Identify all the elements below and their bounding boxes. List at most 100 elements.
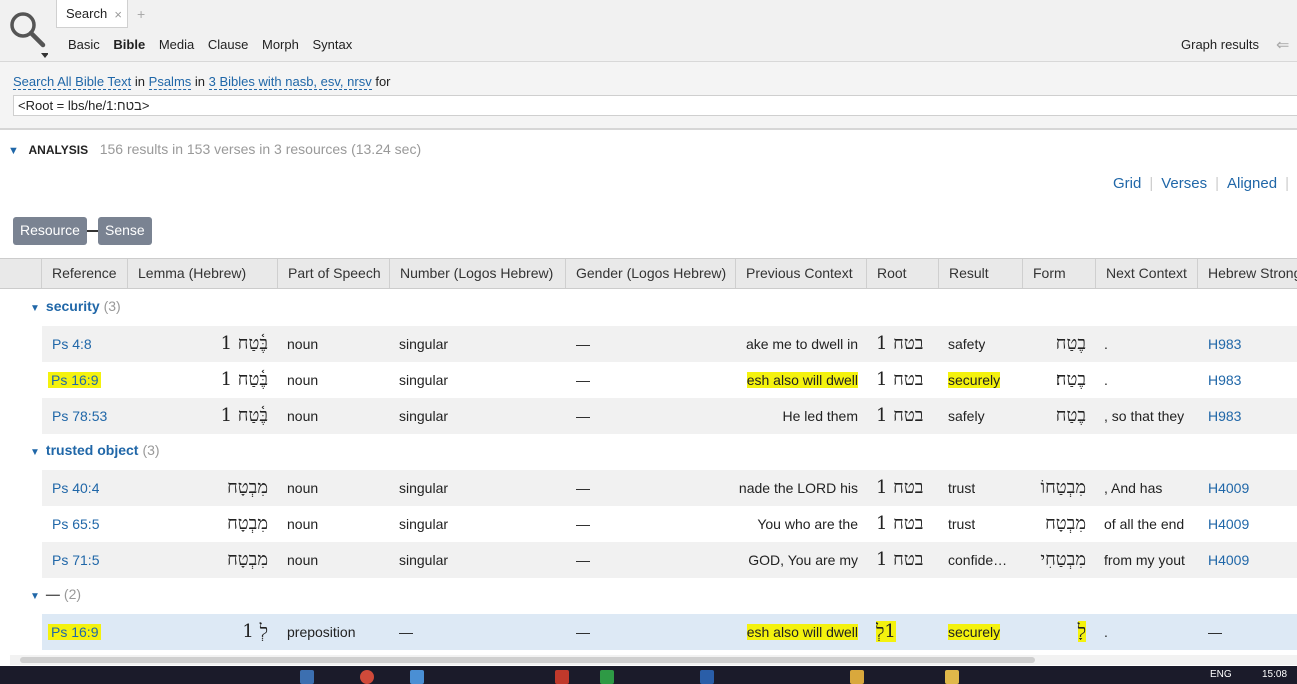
previous-context: GOD, You are my bbox=[748, 552, 858, 568]
table-row[interactable]: Ps 16:9 לְ 1 preposition — — esh also wi… bbox=[42, 614, 1297, 650]
mode-media[interactable]: Media bbox=[159, 37, 194, 52]
table-row[interactable]: Ps 16:9 בֶּ֫טַח 1 noun singular — esh al… bbox=[42, 362, 1297, 398]
strong-link[interactable]: H4009 bbox=[1208, 542, 1249, 578]
search-scope: Search All Bible Text in Psalms in 3 Bib… bbox=[13, 74, 391, 90]
number: singular bbox=[399, 516, 449, 532]
clock[interactable]: 15:08 bbox=[1262, 669, 1287, 680]
reference-link[interactable]: Ps 71:5 bbox=[52, 542, 99, 578]
scrollbar-thumb[interactable] bbox=[20, 657, 1035, 663]
analysis-header[interactable]: ▼ ANALYSIS 156 results in 153 verses in … bbox=[8, 141, 421, 157]
taskbar-app-icon[interactable] bbox=[555, 670, 569, 684]
language-indicator[interactable]: ENG bbox=[1210, 669, 1232, 680]
form: מִבְטָח bbox=[1045, 513, 1086, 534]
search-icon[interactable] bbox=[8, 10, 48, 60]
root: בטח 1 bbox=[876, 477, 924, 498]
form: מִבְטַחוֹ bbox=[1040, 477, 1086, 498]
previous-context: He led them bbox=[782, 408, 858, 424]
form: בֶטַח bbox=[1055, 405, 1086, 426]
group-by-sense-pill[interactable]: Sense bbox=[98, 217, 152, 245]
col-next-context[interactable]: Next Context bbox=[1096, 259, 1198, 288]
form: בֶטַח bbox=[1055, 333, 1086, 354]
collapse-icon[interactable]: ▼ bbox=[8, 145, 19, 157]
back-arrow-icon[interactable]: ⇐ bbox=[1276, 35, 1289, 55]
reference-link[interactable]: Ps 65:5 bbox=[52, 506, 99, 542]
mode-morph[interactable]: Morph bbox=[262, 37, 299, 52]
col-form[interactable]: Form bbox=[1023, 259, 1096, 288]
col-previous-context[interactable]: Previous Context bbox=[736, 259, 867, 288]
col-part-of-speech[interactable]: Part of Speech bbox=[278, 259, 390, 288]
group-count: (3) bbox=[103, 298, 121, 314]
gender: — bbox=[576, 552, 590, 568]
taskbar-app-icon[interactable] bbox=[300, 670, 314, 684]
reference-link[interactable]: Ps 4:8 bbox=[52, 326, 92, 362]
mode-syntax[interactable]: Syntax bbox=[312, 37, 352, 52]
part-of-speech: noun bbox=[287, 408, 319, 424]
strong-link[interactable]: H4009 bbox=[1208, 470, 1249, 506]
col-reference[interactable]: Reference bbox=[42, 259, 128, 288]
col-gender[interactable]: Gender (Logos Hebrew) bbox=[566, 259, 736, 288]
taskbar-app-icon[interactable] bbox=[945, 670, 959, 684]
view-aligned[interactable]: Aligned bbox=[1227, 175, 1277, 192]
range-link[interactable]: Psalms bbox=[148, 74, 192, 90]
bibles-link[interactable]: 3 Bibles with nasb, esv, nrsv bbox=[208, 74, 372, 90]
taskbar-app-icon[interactable] bbox=[600, 670, 614, 684]
header-spacer bbox=[0, 259, 42, 288]
col-lemma[interactable]: Lemma (Hebrew) bbox=[128, 259, 278, 288]
strong-link[interactable]: H4009 bbox=[1208, 506, 1249, 542]
part-of-speech: preposition bbox=[287, 624, 356, 640]
scope-text: for bbox=[375, 74, 391, 89]
reference-link[interactable]: Ps 78:53 bbox=[52, 398, 107, 434]
taskbar-app-icon[interactable] bbox=[700, 670, 714, 684]
lemma: בֶּ֫טַח 1 bbox=[220, 369, 268, 390]
root: בטח 1 bbox=[876, 369, 924, 390]
next-context: from my yout bbox=[1104, 552, 1185, 568]
mode-bible[interactable]: Bible bbox=[113, 37, 145, 52]
result: securely bbox=[948, 624, 1001, 640]
table-row[interactable]: Ps 65:5 מִבְטָח noun singular — You who … bbox=[42, 506, 1297, 542]
col-number[interactable]: Number (Logos Hebrew) bbox=[390, 259, 566, 288]
group-count: (3) bbox=[142, 442, 160, 458]
part-of-speech: noun bbox=[287, 552, 319, 568]
reference-link[interactable]: Ps 40:4 bbox=[52, 470, 99, 506]
close-icon[interactable]: × bbox=[114, 7, 122, 22]
search-input[interactable]: <Root = lbs/he/1:בטח> bbox=[13, 95, 1297, 116]
collapse-icon[interactable]: ▼ bbox=[30, 303, 40, 314]
horizontal-scrollbar[interactable] bbox=[10, 655, 1297, 665]
table-row[interactable]: Ps 71:5 מִבְטָח noun singular — GOD, You… bbox=[42, 542, 1297, 578]
group-header[interactable]: ▼ security (3) bbox=[30, 298, 121, 314]
col-hebrew-strong[interactable]: Hebrew Strong bbox=[1198, 259, 1297, 288]
strong-link[interactable]: H983 bbox=[1208, 326, 1241, 362]
mode-basic[interactable]: Basic bbox=[68, 37, 100, 52]
table-row[interactable]: Ps 40:4 מִבְטָח noun singular — nade the… bbox=[42, 470, 1297, 506]
strong-link[interactable]: H983 bbox=[1208, 398, 1241, 434]
search-text-link[interactable]: Search All Bible Text bbox=[13, 74, 132, 90]
collapse-icon[interactable]: ▼ bbox=[30, 447, 40, 458]
part-of-speech: noun bbox=[287, 516, 319, 532]
group-header[interactable]: ▼ trusted object (3) bbox=[30, 442, 160, 458]
gender: — bbox=[576, 624, 590, 640]
previous-context: esh also will dwell bbox=[746, 372, 858, 388]
lemma: לְ 1 bbox=[242, 621, 268, 642]
col-result[interactable]: Result bbox=[939, 259, 1023, 288]
group-by-resource-pill[interactable]: Resource bbox=[13, 217, 87, 245]
strong-link[interactable]: H983 bbox=[1208, 362, 1241, 398]
tab-search[interactable]: Search × bbox=[56, 0, 128, 28]
root: בטח 1 bbox=[876, 549, 924, 570]
mode-clause[interactable]: Clause bbox=[208, 37, 248, 52]
taskbar-app-icon[interactable] bbox=[360, 670, 374, 684]
group-count: (2) bbox=[63, 586, 82, 602]
reference-link[interactable]: Ps 16:9 bbox=[48, 372, 102, 388]
group-header[interactable]: ▼ — (2) bbox=[30, 586, 81, 602]
col-root[interactable]: Root bbox=[867, 259, 939, 288]
reference-link[interactable]: Ps 16:9 bbox=[48, 624, 102, 640]
taskbar-app-icon[interactable] bbox=[850, 670, 864, 684]
view-verses[interactable]: Verses bbox=[1161, 175, 1207, 192]
taskbar-app-icon[interactable] bbox=[410, 670, 424, 684]
lemma: בֶּ֫טַח 1 bbox=[220, 333, 268, 354]
collapse-icon[interactable]: ▼ bbox=[30, 591, 40, 602]
view-grid[interactable]: Grid bbox=[1113, 175, 1141, 192]
graph-results-button[interactable]: Graph results bbox=[1181, 37, 1259, 52]
new-tab-icon[interactable]: + bbox=[137, 6, 145, 22]
table-row[interactable]: Ps 78:53 בֶּ֫טַח 1 noun singular — He le… bbox=[42, 398, 1297, 434]
table-row[interactable]: Ps 4:8 בֶּ֫טַח 1 noun singular — ake me … bbox=[42, 326, 1297, 362]
